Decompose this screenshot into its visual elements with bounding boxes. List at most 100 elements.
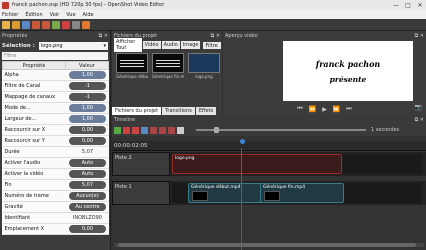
property-row[interactable]: Filtre de Canal -1 xyxy=(2,80,109,92)
razor-icon[interactable] xyxy=(132,126,139,134)
property-row[interactable]: Largeur de... 1,00 xyxy=(2,113,109,125)
timeline-clip[interactable]: logo.png xyxy=(172,154,342,174)
menu-voir[interactable]: Voir xyxy=(50,12,60,18)
panel-close-icon[interactable]: ⧉ ✕ xyxy=(99,33,108,39)
tab-effects[interactable]: Effets xyxy=(195,107,217,115)
property-value[interactable]: 0,00 xyxy=(69,137,106,145)
tab-transitions[interactable]: Transitions xyxy=(162,107,195,115)
property-row[interactable]: Mappage de canaux -1 xyxy=(2,91,109,103)
file-item[interactable]: logo.png xyxy=(188,53,220,81)
property-value-cell[interactable]: 0,00 xyxy=(65,223,109,235)
timeline-clip[interactable]: Générique fin.mp4 xyxy=(260,183,344,203)
property-row[interactable]: Gravité Au centre xyxy=(2,201,109,213)
property-value-cell[interactable]: 1,00 xyxy=(65,69,109,81)
property-value-cell[interactable]: -1 xyxy=(65,91,109,103)
property-value-cell[interactable]: Aucun(e) xyxy=(65,190,109,202)
property-value-cell[interactable]: 1,00 xyxy=(65,113,109,125)
property-value[interactable]: INOBLZO90 xyxy=(69,214,105,222)
property-value[interactable]: 5,07 xyxy=(69,181,106,189)
close-button[interactable]: ✕ xyxy=(414,2,426,9)
fast-forward-icon[interactable]: ⏩ xyxy=(333,106,340,113)
menu-edition[interactable]: Édition xyxy=(25,12,42,18)
add-track-icon[interactable] xyxy=(114,126,121,134)
maximize-button[interactable]: □ xyxy=(402,2,414,9)
menu-vue[interactable]: Vue xyxy=(66,12,75,18)
property-value-cell[interactable]: 0,00 xyxy=(65,135,109,147)
redo-icon[interactable] xyxy=(42,20,50,29)
minimize-button[interactable]: — xyxy=(390,2,402,9)
save-project-icon[interactable] xyxy=(22,20,30,29)
property-value[interactable]: Au centre xyxy=(69,203,106,211)
panel-close-icon[interactable]: ⧉ ✕ xyxy=(415,33,424,39)
property-value[interactable]: Auto xyxy=(69,170,106,178)
property-value-cell[interactable]: 5,07 xyxy=(65,179,109,191)
profile-icon[interactable] xyxy=(72,20,80,29)
center-playhead-icon[interactable] xyxy=(168,126,175,134)
jump-end-icon[interactable]: ⏭ xyxy=(346,105,351,113)
property-row[interactable]: Identifiant INOBLZO90 xyxy=(2,212,109,224)
property-row[interactable]: Alpha 1,00 xyxy=(2,69,109,81)
panel-close-icon[interactable]: ⧉ ✕ xyxy=(211,33,220,39)
file-item[interactable]: Générique début... xyxy=(116,53,148,81)
property-value[interactable]: 0,00 xyxy=(69,126,106,134)
timeline-ruler[interactable]: 00:00:02:05 xyxy=(112,139,426,151)
undo-icon[interactable] xyxy=(32,20,40,29)
property-value-cell[interactable]: 5,07 xyxy=(65,146,109,158)
property-value[interactable]: 1,00 xyxy=(69,115,106,123)
timeline-scrollbar[interactable] xyxy=(114,243,424,247)
property-value-cell[interactable]: 0,00 xyxy=(65,124,109,136)
export-video-icon[interactable] xyxy=(62,20,70,29)
zoom-slider[interactable] xyxy=(196,127,366,133)
property-value[interactable]: -1 xyxy=(69,82,106,90)
property-value[interactable]: 1,00 xyxy=(69,71,106,79)
tab-video[interactable]: Vidéo xyxy=(142,41,161,49)
property-row[interactable]: Emplacement X 0,00 xyxy=(2,223,109,235)
snap-icon[interactable] xyxy=(123,126,130,134)
track-name[interactable]: Piste 2 xyxy=(112,152,170,176)
playhead-handle[interactable] xyxy=(240,139,245,144)
property-value-cell[interactable]: 1,00 xyxy=(65,102,109,114)
files-filter-input[interactable]: Filtre xyxy=(203,41,221,49)
fullscreen-icon[interactable] xyxy=(82,20,90,29)
track-name[interactable]: Piste 1 xyxy=(112,181,170,205)
zoom-slider-handle[interactable] xyxy=(214,127,219,133)
panel-close-icon[interactable]: ⧉ ✕ xyxy=(415,117,424,123)
property-row[interactable]: Raccourcir sur X 0,00 xyxy=(2,124,109,136)
play-icon[interactable]: ▶ xyxy=(322,106,327,113)
property-value[interactable]: -1 xyxy=(69,93,106,101)
tab-project-files[interactable]: Fichiers du projet xyxy=(112,107,162,115)
property-value[interactable]: Aucun(e) xyxy=(69,192,106,200)
jump-start-icon[interactable]: ⏮ xyxy=(297,105,302,113)
property-row[interactable]: Durée 5,07 xyxy=(2,146,109,158)
properties-filter-input[interactable]: Filtre xyxy=(2,52,108,60)
rewind-icon[interactable]: ⏪ xyxy=(309,106,316,113)
next-marker-icon[interactable] xyxy=(159,126,166,134)
tab-image[interactable]: Image xyxy=(180,41,201,49)
property-value-cell[interactable]: Au centre xyxy=(65,201,109,213)
property-row[interactable]: Fin 5,07 xyxy=(2,179,109,191)
camera-icon[interactable]: 📷 xyxy=(415,104,422,111)
zoom-out-icon[interactable] xyxy=(177,126,184,134)
property-row[interactable]: Numéro de trame Aucun(e) xyxy=(2,190,109,202)
property-row[interactable]: Raccourcir sur Y 0,00 xyxy=(2,135,109,147)
property-value-cell[interactable]: INOBLZO90 xyxy=(65,212,109,224)
new-project-icon[interactable] xyxy=(2,20,10,29)
file-item[interactable]: Générique fin.mp4 xyxy=(152,53,184,81)
import-files-icon[interactable] xyxy=(52,20,60,29)
tab-show-all[interactable]: Afficher Tout xyxy=(114,38,142,52)
menu-fichier[interactable]: Fichier xyxy=(2,12,18,18)
menu-aide[interactable]: Aide xyxy=(83,12,94,18)
property-value-cell[interactable]: -1 xyxy=(65,80,109,92)
selection-dropdown[interactable]: logo.png ▾ xyxy=(38,41,108,50)
tab-audio[interactable]: Audio xyxy=(161,41,180,49)
property-value[interactable]: 1,00 xyxy=(69,104,106,112)
property-row[interactable]: Activer la vidéo Auto xyxy=(2,168,109,180)
add-marker-icon[interactable] xyxy=(141,126,148,134)
property-value[interactable]: 5,07 xyxy=(69,148,105,156)
scrollbar-thumb[interactable] xyxy=(118,243,416,247)
property-row[interactable]: Mode de... 1,00 xyxy=(2,102,109,114)
property-value-cell[interactable]: Auto xyxy=(65,157,109,169)
property-row[interactable]: Activer l'audio Auto xyxy=(2,157,109,169)
open-project-icon[interactable] xyxy=(12,20,20,29)
property-value[interactable]: 0,00 xyxy=(69,225,106,233)
